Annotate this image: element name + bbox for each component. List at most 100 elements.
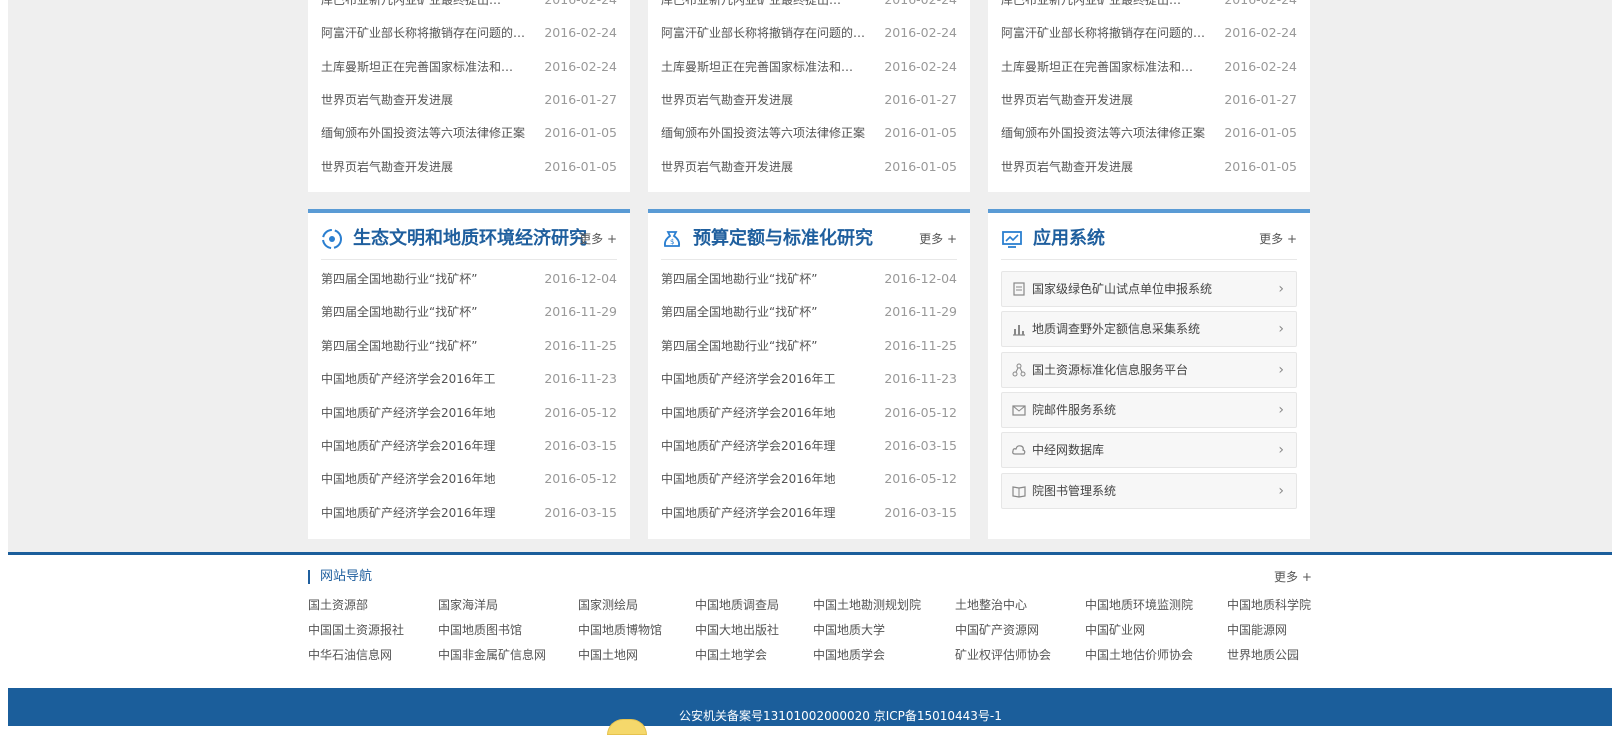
news-title[interactable]: 土库曼斯坦正在完善国家标准法和… [1001,57,1221,77]
news-title[interactable]: 第四届全国地勘行业“找矿杯” [321,269,541,289]
site-nav-link[interactable]: 中国矿业网 [1085,623,1145,637]
news-title[interactable]: 缅甸颁布外国投资法等六项法律修正案 [661,123,881,143]
list-item[interactable]: 世界页岩气勘查开发进展 2016-01-05 [1001,157,1297,177]
site-nav-link[interactable]: 国家海洋局 [438,598,498,612]
system-link[interactable]: 国家级绿色矿山试点单位申报系统 › [1001,271,1297,307]
news-title[interactable]: 第四届全国地勘行业“找矿杯” [661,302,881,322]
list-item[interactable]: 阿富汗矿业部长称将撤销存在问题的… 2016-02-24 [321,23,617,43]
system-link[interactable]: 地质调查野外定额信息采集系统 › [1001,311,1297,348]
list-item[interactable]: 阿富汗矿业部长称将撤销存在问题的… 2016-02-24 [1001,23,1297,43]
site-nav-link[interactable]: 中国地质调查局 [695,598,779,612]
list-item[interactable]: 缅甸颁布外国投资法等六项法律修正案 2016-01-05 [321,123,617,143]
list-item[interactable]: 第四届全国地勘行业“找矿杯” 2016-12-04 [321,269,617,289]
news-title[interactable]: 世界页岩气勘查开发进展 [661,90,881,110]
news-title[interactable]: 中国地质矿产经济学会2016年理 [661,503,881,523]
site-nav-link[interactable]: 中国大地出版社 [695,623,779,637]
system-link[interactable]: 院图书管理系统 › [1001,472,1297,509]
list-item[interactable]: 中国地质矿产经济学会2016年地 2016-05-12 [661,469,957,489]
list-item[interactable]: 第四届全国地勘行业“找矿杯” 2016-11-25 [661,336,957,356]
news-title[interactable]: 中国地质矿产经济学会2016年理 [661,436,881,456]
news-title[interactable]: 阿富汗矿业部长称将撤销存在问题的… [321,23,541,43]
site-nav-link[interactable]: 矿业权评估师协会 [955,648,1051,662]
news-title[interactable]: 缅甸颁布外国投资法等六项法律修正案 [1001,123,1221,143]
more-link[interactable]: 更多 + [919,225,957,253]
news-title[interactable]: 世界页岩气勘查开发进展 [321,157,541,177]
news-title[interactable]: 中国地质矿产经济学会2016年工 [321,369,541,389]
news-title[interactable]: 土库曼斯坦正在完善国家标准法和… [661,57,881,77]
list-item[interactable]: 中国地质矿产经济学会2016年理 2016-03-15 [661,436,957,456]
news-title[interactable]: 缅甸颁布外国投资法等六项法律修正案 [321,123,541,143]
list-item[interactable]: 中国地质矿产经济学会2016年地 2016-05-12 [661,403,957,423]
news-title[interactable]: 阿富汗矿业部长称将撤销存在问题的… [661,23,881,43]
news-title[interactable]: 世界页岩气勘查开发进展 [661,157,881,177]
list-item[interactable]: 世界页岩气勘查开发进展 2016-01-27 [1001,90,1297,110]
list-item[interactable]: 中国地质矿产经济学会2016年地 2016-05-12 [321,469,617,489]
more-link[interactable]: 更多 + [1259,225,1297,253]
list-item[interactable]: 中国地质矿产经济学会2016年理 2016-03-15 [321,436,617,456]
site-nav-link[interactable]: 国家测绘局 [578,598,638,612]
site-nav-link[interactable]: 国土资源部 [308,598,368,612]
site-nav-link[interactable]: 中国地质图书馆 [438,623,522,637]
list-item[interactable]: 世界页岩气勘查开发进展 2016-01-05 [661,157,957,177]
list-item[interactable]: 缅甸颁布外国投资法等六项法律修正案 2016-01-05 [661,123,957,143]
list-item[interactable]: 缅甸颁布外国投资法等六项法律修正案 2016-01-05 [1001,123,1297,143]
news-title[interactable]: 库巴布亚新几内亚矿业最终提出… [1001,0,1221,10]
site-nav-link[interactable]: 中国能源网 [1227,623,1287,637]
site-nav-link[interactable]: 中国地质环境监测院 [1085,598,1193,612]
news-title[interactable]: 土库曼斯坦正在完善国家标准法和… [321,57,541,77]
news-title[interactable]: 世界页岩气勘查开发进展 [321,90,541,110]
site-nav-link[interactable]: 中国非金属矿信息网 [438,648,546,662]
site-nav-more-link[interactable]: 更多 + [1274,570,1312,584]
site-nav-link[interactable]: 中国土地估价师协会 [1085,648,1193,662]
news-title[interactable]: 中国地质矿产经济学会2016年工 [661,369,881,389]
site-nav-link[interactable]: 中国地质大学 [813,623,885,637]
news-title[interactable]: 第四届全国地勘行业“找矿杯” [661,269,881,289]
news-title[interactable]: 世界页岩气勘查开发进展 [1001,157,1221,177]
list-item[interactable]: 第四届全国地勘行业“找矿杯” 2016-11-29 [661,302,957,322]
site-nav-link[interactable]: 中国国土资源报社 [308,623,404,637]
list-item[interactable]: 库巴布亚新几内亚矿业最终提出…2016-02-24 [1001,0,1297,10]
site-nav-link[interactable]: 中国地质博物馆 [578,623,662,637]
system-link[interactable]: 中经网数据库 › [1001,432,1297,469]
list-item[interactable]: 第四届全国地勘行业“找矿杯” 2016-11-25 [321,336,617,356]
site-nav-link[interactable]: 中华石油信息网 [308,648,392,662]
news-title[interactable]: 中国地质矿产经济学会2016年地 [661,469,881,489]
list-item[interactable]: 中国地质矿产经济学会2016年理 2016-03-15 [321,503,617,523]
news-title[interactable]: 第四届全国地勘行业“找矿杯” [321,302,541,322]
system-link[interactable]: 国土资源标准化信息服务平台 › [1001,351,1297,388]
list-item[interactable]: 土库曼斯坦正在完善国家标准法和… 2016-02-24 [661,57,957,77]
site-nav-link[interactable]: 中国地质学会 [813,648,885,662]
site-nav-link[interactable]: 中国矿产资源网 [955,623,1039,637]
news-title[interactable]: 中国地质矿产经济学会2016年地 [321,469,541,489]
site-nav-link[interactable]: 中国土地网 [578,648,638,662]
news-title[interactable]: 第四届全国地勘行业“找矿杯” [321,336,541,356]
news-title[interactable]: 库巴布亚新几内亚矿业最终提出… [321,0,541,10]
list-item[interactable]: 第四届全国地勘行业“找矿杯” 2016-12-04 [661,269,957,289]
news-title[interactable]: 中国地质矿产经济学会2016年地 [661,403,881,423]
site-nav-link[interactable]: 土地整治中心 [955,598,1027,612]
site-nav-link[interactable]: 中国地质科学院 [1227,598,1311,612]
list-item[interactable]: 中国地质矿产经济学会2016年理 2016-03-15 [661,503,957,523]
news-title[interactable]: 中国地质矿产经济学会2016年理 [321,503,541,523]
news-title[interactable]: 中国地质矿产经济学会2016年理 [321,436,541,456]
system-link[interactable]: 院邮件服务系统 › [1001,391,1297,428]
list-item[interactable]: 库巴布亚新几内亚矿业最终提出…2016-02-24 [661,0,957,10]
news-title[interactable]: 库巴布亚新几内亚矿业最终提出… [661,0,881,10]
news-title[interactable]: 阿富汗矿业部长称将撤销存在问题的… [1001,23,1221,43]
news-title[interactable]: 世界页岩气勘查开发进展 [1001,90,1221,110]
list-item[interactable]: 世界页岩气勘查开发进展 2016-01-27 [321,90,617,110]
list-item[interactable]: 中国地质矿产经济学会2016年工 2016-11-23 [661,369,957,389]
list-item[interactable]: 土库曼斯坦正在完善国家标准法和… 2016-02-24 [1001,57,1297,77]
list-item[interactable]: 中国地质矿产经济学会2016年工 2016-11-23 [321,369,617,389]
site-nav-link[interactable]: 世界地质公园 [1227,648,1299,662]
site-nav-link[interactable]: 中国土地学会 [695,648,767,662]
list-item[interactable]: 中国地质矿产经济学会2016年地 2016-05-12 [321,403,617,423]
list-item[interactable]: 世界页岩气勘查开发进展 2016-01-27 [661,90,957,110]
list-item[interactable]: 土库曼斯坦正在完善国家标准法和… 2016-02-24 [321,57,617,77]
list-item[interactable]: 世界页岩气勘查开发进展 2016-01-05 [321,157,617,177]
site-nav-link[interactable]: 中国土地勘测规划院 [813,598,921,612]
list-item[interactable]: 阿富汗矿业部长称将撤销存在问题的… 2016-02-24 [661,23,957,43]
news-title[interactable]: 第四届全国地勘行业“找矿杯” [661,336,881,356]
list-item[interactable]: 库巴布亚新几内亚矿业最终提出…2016-02-24 [321,0,617,10]
news-title[interactable]: 中国地质矿产经济学会2016年地 [321,403,541,423]
